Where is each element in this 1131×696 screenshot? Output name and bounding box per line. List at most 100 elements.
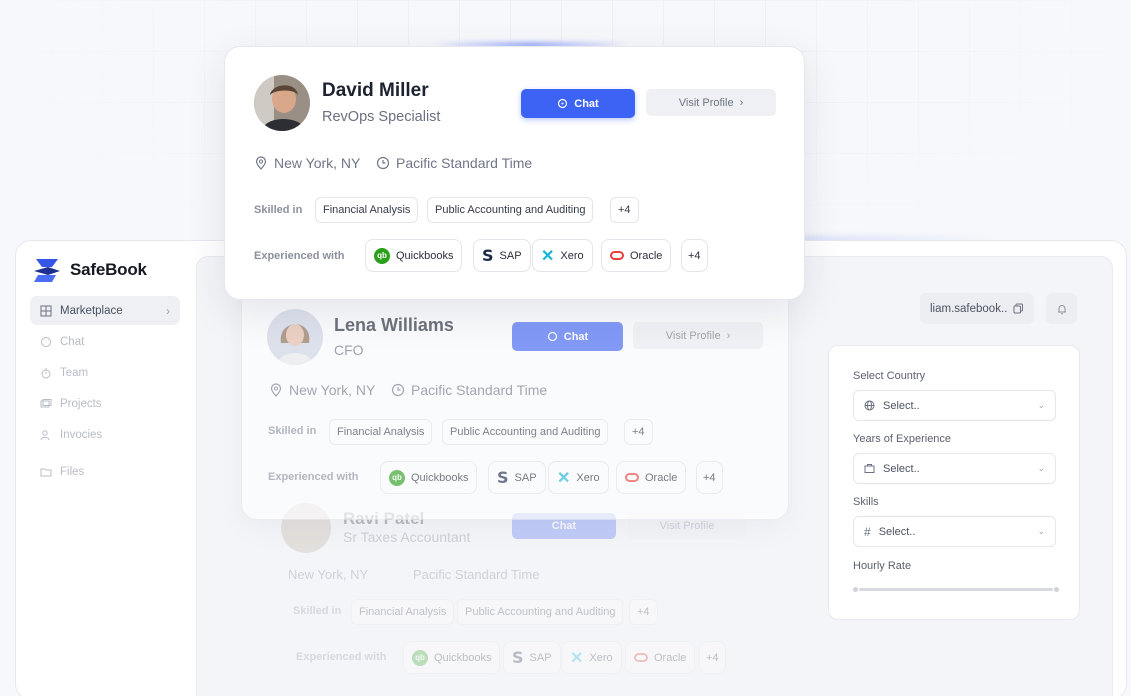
slider-track [859, 588, 1053, 591]
sidebar-item-label: Marketplace [60, 304, 123, 317]
visit-profile-label: Visit Profile [678, 96, 734, 109]
candidate-card[interactable]: Lena Williams CFO Chat Visit Profile › N… [241, 280, 789, 520]
quickbooks-icon: qb [389, 469, 405, 486]
stopwatch-icon [40, 367, 52, 379]
timezone: Pacific Standard Time [376, 155, 532, 171]
hourly-rate-slider[interactable] [853, 586, 1059, 592]
copy-icon[interactable] [1013, 303, 1024, 314]
tool-label: Quickbooks [396, 249, 454, 262]
brand-name: SafeBook [70, 260, 147, 279]
tool-sap: S SAP [473, 239, 531, 272]
sidebar-item-label: Team [60, 366, 89, 379]
filters-panel: Select Country Select.. ⌄ Years of Exper… [828, 345, 1080, 620]
visit-profile-button[interactable]: Visit Profile › [633, 322, 763, 349]
bell-icon [1057, 304, 1066, 314]
sidebar-item-label: Invocies [60, 428, 103, 441]
more-skills-tag[interactable]: +4 [624, 419, 653, 445]
sidebar-item-marketplace[interactable]: Marketplace › [30, 296, 180, 325]
oracle-icon [610, 251, 624, 260]
users-icon [40, 429, 52, 441]
folder-icon [40, 466, 52, 478]
sidebar-item-files[interactable]: Files [30, 457, 180, 486]
chat-button-label: Chat [563, 330, 589, 343]
skills-select[interactable]: # Select.. ⌄ [853, 516, 1056, 547]
skilled-in-label: Skilled in [254, 204, 303, 216]
sidebar-item-label: Chat [60, 335, 85, 348]
candidate-name: Lena Williams [334, 315, 454, 335]
clock-icon [391, 383, 405, 397]
tool-label: Oracle [654, 651, 687, 664]
country-select[interactable]: Select.. ⌄ [853, 390, 1056, 421]
hourly-rate-label: Hourly Rate [853, 560, 912, 572]
skill-tag: Financial Analysis [351, 599, 455, 625]
more-skills-tag[interactable]: +4 [629, 599, 658, 625]
notifications-button[interactable] [1046, 293, 1077, 324]
chevron-right-icon: › [739, 96, 744, 109]
chat-button[interactable]: Chat [512, 322, 623, 351]
visit-profile-label: Visit Profile [659, 520, 715, 532]
tool-sap: S SAP [503, 641, 561, 674]
timezone: Pacific Standard Time [413, 567, 539, 582]
tool-quickbooks: qb Quickbooks [380, 461, 478, 494]
skills-select-value: Select.. [878, 525, 916, 538]
sidebar-item-label: Projects [60, 397, 102, 410]
avatar [267, 309, 323, 365]
tool-oracle: Oracle [625, 641, 696, 674]
location-pin-icon [255, 156, 267, 170]
location: New York, NY [254, 155, 360, 171]
skill-tag: Financial Analysis [315, 197, 419, 223]
slider-max-handle[interactable] [1054, 587, 1059, 592]
more-tools-tag[interactable]: +4 [699, 641, 726, 674]
more-tools-tag[interactable]: +4 [696, 461, 723, 494]
tool-oracle: Oracle [601, 239, 672, 272]
skill-tag: Public Accounting and Auditing [457, 599, 624, 625]
chat-button[interactable]: Chat [521, 89, 635, 118]
chevron-right-icon: › [726, 329, 731, 342]
chat-bubble-icon [547, 331, 557, 342]
tool-oracle: Oracle [616, 461, 687, 494]
tool-label: SAP [499, 249, 522, 262]
tool-label: SAP [529, 651, 552, 664]
chevron-down-icon: ⌄ [1037, 400, 1045, 410]
chevron-down-icon: ⌄ [1037, 526, 1045, 536]
candidate-card[interactable]: Ravi Patel Sr Taxes Accountant Chat Visi… [262, 490, 767, 690]
candidate-role: CFO [334, 342, 364, 358]
briefcase-icon [864, 464, 875, 473]
experience-label: Years of Experience [853, 433, 952, 445]
sidebar-item-invoices[interactable]: Invocies [30, 420, 180, 449]
globe-icon [864, 400, 875, 411]
chat-bubble-icon [40, 336, 52, 348]
tool-label: Quickbooks [411, 471, 469, 484]
experience-select[interactable]: Select.. ⌄ [853, 453, 1056, 484]
visit-profile-button[interactable]: Visit Profile › [646, 89, 776, 116]
hash-icon: # [864, 524, 871, 539]
sidebar: Marketplace › Chat Team Projects Invocie… [30, 296, 180, 488]
experience-select-value: Select.. [883, 462, 920, 475]
more-skills-tag[interactable]: +4 [610, 197, 639, 223]
tool-label: SAP [514, 471, 537, 484]
chevron-right-icon: › [166, 303, 170, 318]
brand[interactable]: SafeBook [32, 257, 147, 283]
experienced-with-label: Experienced with [296, 651, 387, 663]
user-account-chip[interactable]: liam.safebook.. [920, 293, 1035, 324]
xero-icon: ✕ [557, 469, 571, 487]
sidebar-item-chat[interactable]: Chat [30, 327, 180, 356]
location-text: New York, NY [288, 567, 369, 582]
xero-icon: ✕ [570, 649, 584, 667]
chat-button-label: Chat [551, 520, 577, 532]
folders-icon [40, 398, 52, 410]
candidate-role: RevOps Specialist [322, 109, 441, 125]
sidebar-item-team[interactable]: Team [30, 358, 180, 387]
candidate-card[interactable]: David Miller RevOps Specialist Chat Visi… [224, 46, 805, 300]
slider-min-handle[interactable] [853, 587, 858, 592]
more-tools-tag[interactable]: +4 [681, 239, 708, 272]
sidebar-item-projects[interactable]: Projects [30, 389, 180, 418]
skilled-in-label: Skilled in [293, 605, 342, 617]
candidate-role: Sr Taxes Accountant [343, 529, 471, 545]
tool-xero: ✕ Xero [561, 641, 622, 674]
quickbooks-icon: qb [412, 649, 428, 666]
location: New York, NY [269, 382, 375, 398]
tool-xero: ✕ Xero [532, 239, 593, 272]
username: liam.safebook.. [930, 302, 1008, 315]
location-text: New York, NY [274, 155, 361, 171]
